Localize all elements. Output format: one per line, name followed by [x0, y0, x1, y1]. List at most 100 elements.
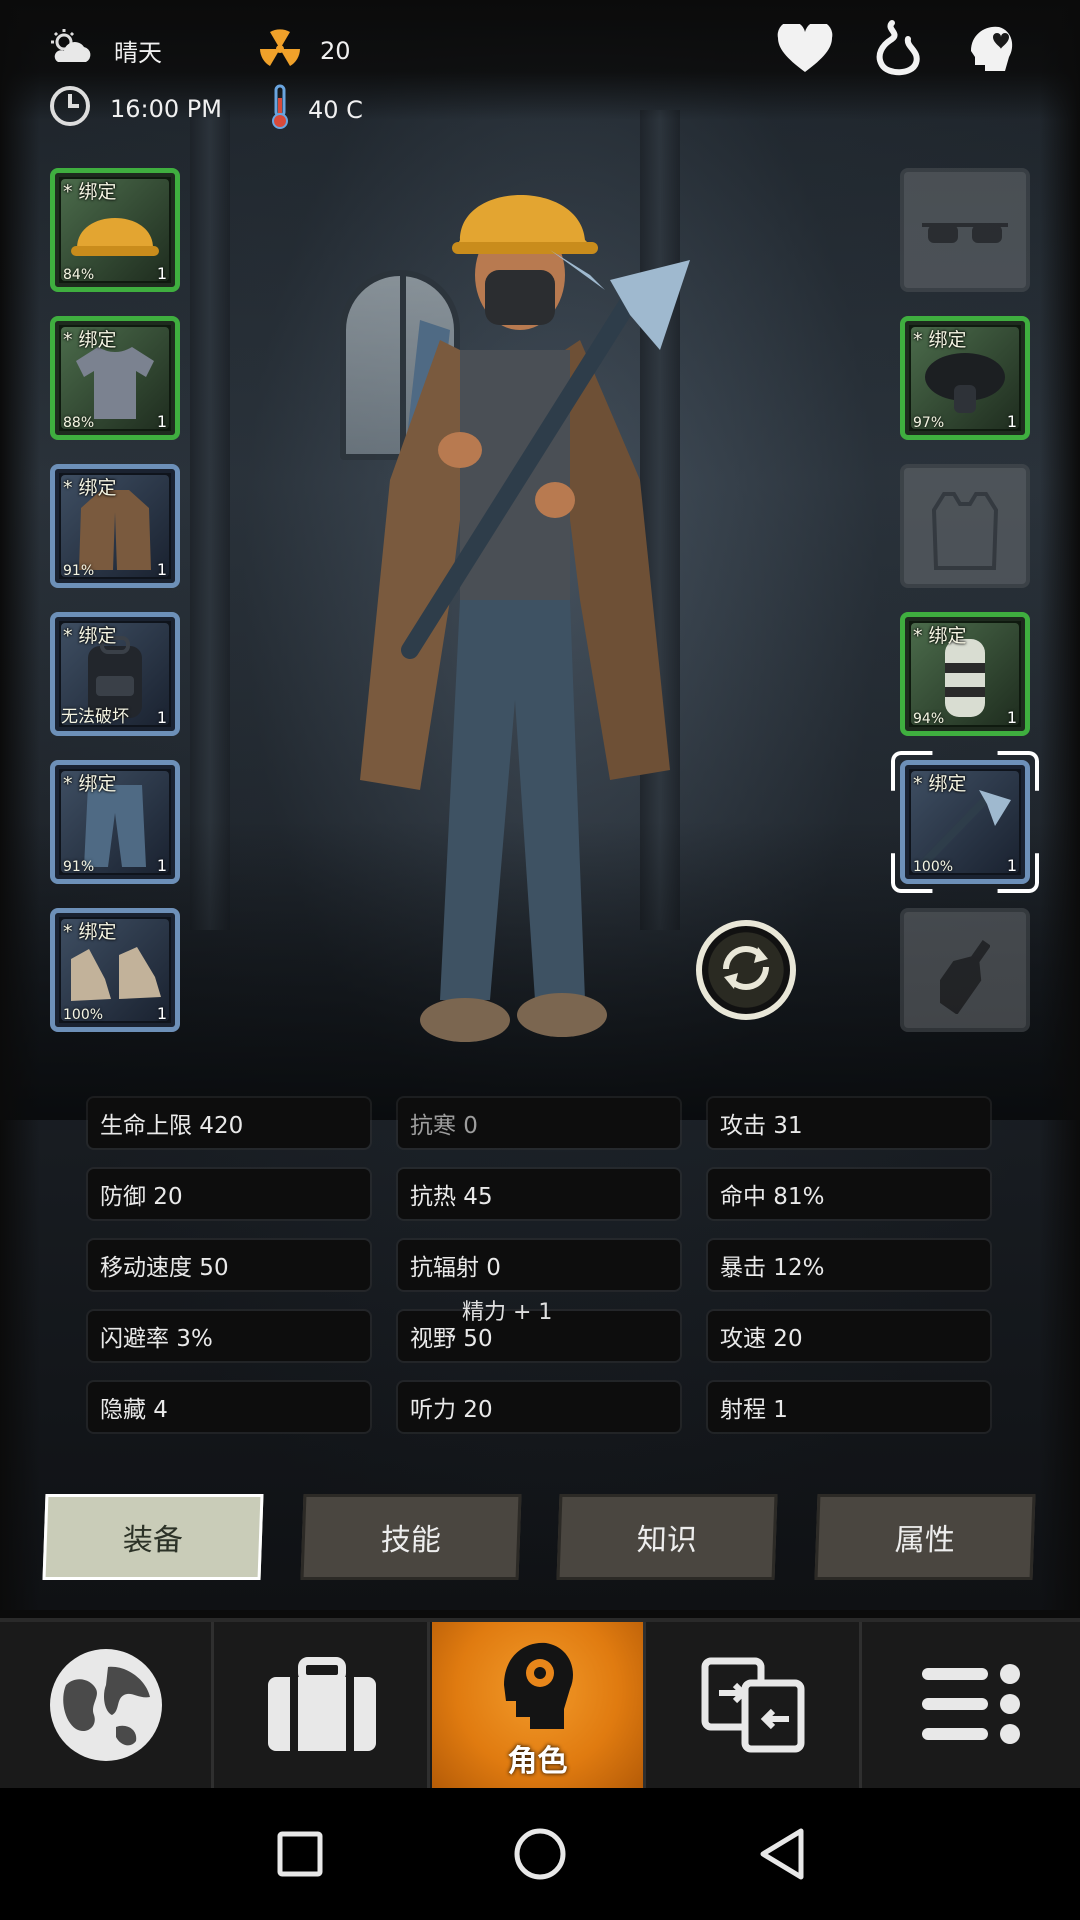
- head-gear-icon: [490, 1637, 586, 1737]
- character-figure: [330, 180, 710, 1080]
- gas-mask-icon: [920, 347, 1010, 421]
- menu-icon: [916, 1660, 1026, 1754]
- suitcase-icon: [262, 1655, 382, 1759]
- bound-tag: * 绑定: [63, 181, 117, 203]
- nav-trade[interactable]: [648, 1622, 862, 1792]
- bound-tag: * 绑定: [63, 329, 117, 351]
- swap-weapon-button[interactable]: [696, 920, 796, 1020]
- equipment-slot-glasses[interactable]: [900, 168, 1030, 292]
- durability-text: 97%: [913, 415, 945, 431]
- durability-text: 84%: [63, 267, 95, 283]
- stat-cell: 暴击 12%: [708, 1240, 990, 1290]
- radiation-value: 20: [320, 37, 351, 65]
- tab-attributes[interactable]: 属性: [814, 1494, 1036, 1580]
- tab-equipment[interactable]: 装备: [42, 1494, 264, 1580]
- equipment-slot-boots[interactable]: * 绑定 100% 1: [50, 908, 180, 1032]
- durability-text: 94%: [913, 711, 945, 727]
- hard-hat-icon: [69, 204, 161, 268]
- durability-text: 88%: [63, 415, 95, 431]
- bound-tag: * 绑定: [913, 625, 967, 647]
- nav-menu[interactable]: [864, 1622, 1078, 1792]
- stat-cell: 攻击 31: [708, 1098, 990, 1148]
- tshirt-icon: [70, 343, 160, 425]
- equipment-slot-jeans[interactable]: * 绑定 91% 1: [50, 760, 180, 884]
- vitals-icons: [774, 18, 1020, 80]
- square-icon: [277, 1831, 323, 1881]
- glasses-icon: [920, 217, 1010, 255]
- stat-cell: 攻速 20: [708, 1311, 990, 1361]
- back-button[interactable]: [752, 1826, 812, 1886]
- stat-cell: 抗寒 0: [398, 1098, 680, 1148]
- heart-icon[interactable]: [774, 18, 836, 80]
- temperature-text: 40 C: [308, 96, 363, 124]
- durability-text: 100%: [63, 1007, 104, 1023]
- count-text: 1: [156, 412, 167, 431]
- equipment-slot-ice-axe[interactable]: * 绑定 100% 1: [900, 760, 1030, 884]
- home-button[interactable]: [510, 1826, 570, 1886]
- durability-text: 100%: [913, 859, 954, 875]
- transfer-icon: [699, 1655, 809, 1759]
- tab-skills[interactable]: 技能: [300, 1494, 522, 1580]
- boots-icon: [65, 939, 165, 1013]
- recents-button[interactable]: [270, 1826, 330, 1886]
- tab-label: 属性: [894, 1523, 956, 1558]
- stat-cell: 移动速度 50: [88, 1240, 370, 1290]
- unbreakable-text: 无法破坏: [61, 707, 129, 727]
- molotov-icon: [929, 934, 991, 1018]
- thermometer-icon: [270, 84, 290, 136]
- bound-tag: * 绑定: [63, 477, 117, 499]
- equipment-slot-backpack[interactable]: * 绑定无法破坏 1: [50, 612, 180, 736]
- equipment-slot-hard-hat[interactable]: * 绑定 84% 1: [50, 168, 180, 292]
- nav-character-label: 角色: [507, 1744, 568, 1779]
- equipment-slot-arm-guard[interactable]: * 绑定 94% 1: [900, 612, 1030, 736]
- stat-cell: 听力 20: [398, 1382, 680, 1432]
- bound-tag: * 绑定: [63, 625, 117, 647]
- temperature-status: 40 C: [270, 84, 363, 136]
- radiation-status: 20: [258, 28, 351, 74]
- count-text: 1: [156, 708, 167, 727]
- mind-icon[interactable]: [958, 18, 1020, 80]
- circle-icon: [513, 1827, 567, 1885]
- count-text: 1: [156, 560, 167, 579]
- count-text: 1: [1006, 708, 1017, 727]
- clock-icon: [48, 84, 92, 134]
- stomach-icon[interactable]: [866, 18, 928, 80]
- stat-cell: 防御 20: [88, 1169, 370, 1219]
- weather-text: 晴天: [114, 38, 162, 67]
- stat-cell: 生命上限 420: [88, 1098, 370, 1148]
- tab-knowledge[interactable]: 知识: [556, 1494, 778, 1580]
- durability-text: 91%: [63, 563, 95, 579]
- stat-cell: 抗热 45: [398, 1169, 680, 1219]
- globe-icon: [46, 1645, 166, 1769]
- bound-tag: * 绑定: [63, 921, 117, 943]
- tab-label: 知识: [636, 1523, 698, 1558]
- count-text: 1: [156, 856, 167, 875]
- stat-cell: 抗辐射 0: [398, 1240, 680, 1290]
- nav-character[interactable]: 角色: [432, 1622, 646, 1792]
- equipment-slot-gas-mask[interactable]: * 绑定 97% 1: [900, 316, 1030, 440]
- bound-tag: * 绑定: [63, 773, 117, 795]
- equipment-slot-tshirt[interactable]: * 绑定 88% 1: [50, 316, 180, 440]
- tab-label: 技能: [380, 1523, 442, 1558]
- equipment-slot-molotov[interactable]: [900, 908, 1030, 1032]
- swap-icon: [718, 943, 774, 997]
- bound-tag: * 绑定: [913, 773, 967, 795]
- radiation-icon: [258, 28, 302, 74]
- count-text: 1: [156, 1004, 167, 1023]
- time-text: 16:00 PM: [110, 95, 222, 123]
- count-text: 1: [156, 264, 167, 283]
- system-navigation-bar: [0, 1788, 1080, 1920]
- equipment-slot-vest[interactable]: [900, 464, 1030, 588]
- stat-cell: 隐藏 4: [88, 1382, 370, 1432]
- floating-gain-text: 精力 + 1: [462, 1300, 553, 1325]
- nav-inventory[interactable]: [216, 1622, 430, 1792]
- stat-cell: 闪避率 3%: [88, 1311, 370, 1361]
- equipment-slot-coat[interactable]: * 绑定 91% 1: [50, 464, 180, 588]
- vest-icon: [930, 490, 1000, 574]
- stat-cell: 射程 1: [708, 1382, 990, 1432]
- nav-map[interactable]: [0, 1622, 214, 1792]
- grunge-right: [1040, 0, 1080, 1610]
- pillar: [190, 110, 230, 930]
- tab-label: 装备: [122, 1523, 184, 1558]
- time-status: 16:00 PM: [48, 84, 222, 134]
